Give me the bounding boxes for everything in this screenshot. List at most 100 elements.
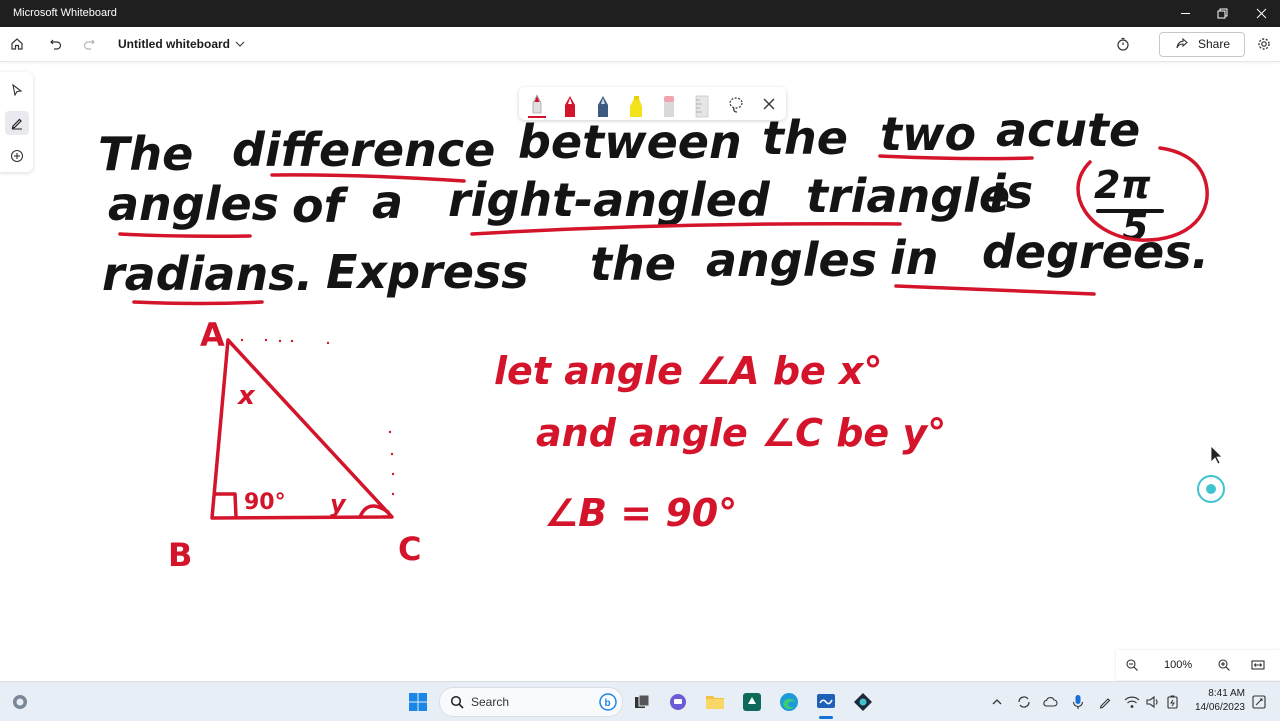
settings-button[interactable] [1255,35,1273,53]
undo-button[interactable] [47,35,65,53]
ruler-tool[interactable] [690,91,714,118]
timer-icon [1117,37,1129,51]
volume-icon [1146,695,1158,709]
chat-icon [670,694,686,710]
chevron-up-icon [992,699,1002,705]
tray-app-button[interactable] [1014,690,1034,714]
notifications-button[interactable] [1249,690,1269,714]
zoom-level[interactable]: 100% [1164,659,1192,671]
pen-red-selected[interactable] [525,91,549,118]
vertex-b-label: B [168,536,192,574]
app-icon [743,693,761,711]
svg-text:b: b [605,698,611,709]
undo-icon [50,39,62,50]
timer-button[interactable] [1114,35,1132,53]
zoom-in-button[interactable] [1215,656,1233,674]
underline-radians [132,300,264,306]
eraser-icon [664,96,674,117]
ink-word: Express [326,245,529,299]
notification-icon [1252,695,1266,709]
gear-icon [1258,38,1270,50]
whiteboard-name[interactable]: Untitled whiteboard [118,37,230,51]
zoom-controls: 100% [1116,650,1280,680]
zoom-out-button[interactable] [1123,656,1141,674]
fraction-numerator: 2π [1094,163,1151,207]
highlighter-yellow[interactable] [624,91,648,118]
whiteboard-app-icon [817,694,835,708]
close-button[interactable] [1238,0,1280,27]
angle-c-label: y [330,490,347,518]
pen-red[interactable] [558,91,582,118]
right-angle-marker [213,492,238,519]
close-icon [1256,8,1266,19]
close-pen-tray-button[interactable] [758,93,782,120]
task-view-button[interactable] [630,690,654,714]
search-placeholder: Search [471,695,510,709]
ink-layer[interactable]: The difference between the two acute ang… [0,62,1280,680]
angle-b-label: 90° [244,490,286,515]
fit-screen-icon [1251,660,1265,670]
teams-chat-button[interactable] [666,690,690,714]
ink-word: is [990,165,1033,219]
search-icon [450,695,464,709]
show-hidden-icons-button[interactable] [988,690,1006,714]
task-view-icon [635,694,650,708]
work-line-1: let angle ∠A be x° [494,349,883,393]
fit-to-screen-button[interactable] [1249,656,1267,674]
red-pen-icon [528,94,546,118]
pen-icon [1099,698,1111,709]
onedrive-button[interactable] [1040,690,1060,714]
minimize-icon [1180,13,1190,14]
underline-angles [118,232,252,238]
edge-button[interactable] [777,690,801,714]
lasso-select-button[interactable] [725,93,749,120]
whiteboard-taskbar-button[interactable] [814,690,838,714]
edge-icon [780,693,798,711]
taskbar-search[interactable]: Search b [439,687,623,717]
weather-icon [13,695,27,709]
app-title: Microsoft Whiteboard [13,7,117,19]
share-button[interactable]: Share [1159,32,1245,57]
windows-logo-icon [409,693,427,711]
zoom-out-icon [1126,659,1138,671]
highlighter-icon [630,96,642,117]
ruler-icon [695,95,709,118]
system-clock[interactable]: 8:41 AM 14/06/2023 [1185,687,1245,715]
home-button[interactable] [8,35,26,53]
cloud-icon [1043,697,1058,707]
restore-icon [1217,8,1227,19]
ink-word: in [890,231,939,285]
whiteboard-canvas[interactable]: The difference between the two acute ang… [0,62,1280,680]
chevron-down-icon[interactable] [234,38,246,50]
pen-blue[interactable] [591,91,615,118]
clock-date: 14/06/2023 [1194,702,1245,713]
battery-icon [1167,695,1178,709]
vertex-c-label: C [398,530,421,568]
ink-word: triangle [806,169,1010,223]
wifi-button[interactable] [1122,690,1142,714]
eraser-tool[interactable] [657,91,681,118]
ink-word: two [880,107,976,161]
vertex-a-label: A [200,316,225,354]
share-icon [1176,37,1188,49]
folder-icon [706,696,724,709]
red-pen-icon [565,96,575,117]
app-button[interactable] [740,690,764,714]
battery-button[interactable] [1163,690,1183,714]
wifi-icon [1124,696,1140,708]
mouse-cursor-icon [1210,445,1223,465]
zoom-in-icon [1218,659,1230,671]
active-app-indicator [819,716,833,719]
work-line-3: ∠B = 90° [544,491,737,535]
app-icon [854,693,872,711]
redo-button[interactable] [80,35,98,53]
title-bar: Microsoft Whiteboard [0,0,1280,27]
weather-widget[interactable] [8,690,32,714]
start-button[interactable] [406,690,430,714]
pen-menu-button[interactable] [1095,690,1115,714]
file-explorer-button[interactable] [703,690,727,714]
app-button-2[interactable] [851,690,875,714]
volume-button[interactable] [1143,690,1163,714]
share-label: Share [1198,37,1231,51]
microphone-button[interactable] [1068,690,1088,714]
